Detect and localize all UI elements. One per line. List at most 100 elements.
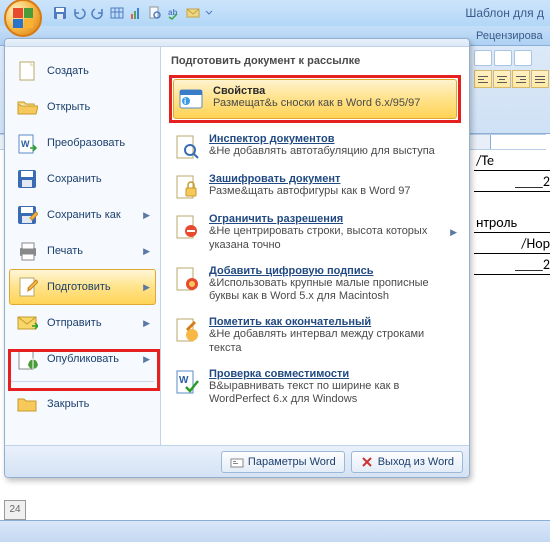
submenu-item-desc: &Не добавлять интервал между строками те… [209, 328, 457, 356]
align-right-icon[interactable] [512, 70, 530, 88]
align-center-icon[interactable] [493, 70, 511, 88]
undo-icon[interactable] [71, 5, 87, 21]
submenu-arrow-icon: ▶ [143, 210, 150, 221]
align-justify-icon[interactable] [531, 70, 549, 88]
svg-text:i: i [184, 97, 186, 106]
tab-review[interactable]: Рецензирова [476, 30, 543, 42]
multilevel-list-icon[interactable] [514, 50, 532, 66]
menu-item-label: Закрыть [47, 398, 89, 410]
page-indicator[interactable]: 24 [4, 500, 26, 520]
submenu-item-title: Свойства [213, 85, 453, 97]
menu-item-label: Отправить [47, 317, 102, 329]
compat-icon: W [173, 368, 201, 396]
send-icon [15, 311, 39, 335]
redo-icon[interactable] [90, 5, 106, 21]
menu-item-send[interactable]: Отправить ▶ [9, 305, 156, 341]
exit-word-button[interactable]: Выход из Word [351, 451, 463, 473]
qat-dropdown-icon[interactable] [204, 5, 214, 21]
menu-item-close[interactable]: Закрыть [9, 386, 156, 422]
print-icon [15, 239, 39, 263]
menu-item-open[interactable]: Открыть [9, 89, 156, 125]
list-icon[interactable] [474, 50, 492, 66]
submenu-item-restrict[interactable]: Ограничить разрешения&Не центрировать ст… [169, 207, 461, 259]
submenu-item-title: Ограничить разрешения [209, 213, 442, 225]
final-icon [173, 316, 201, 344]
numbered-list-icon[interactable] [494, 50, 512, 66]
doc-text: ____2 [474, 254, 550, 275]
preview-icon[interactable] [147, 5, 163, 21]
office-logo-icon [13, 8, 33, 28]
submenu-item-desc: Размещат&ь сноски как в Word 6.x/95/97 [213, 97, 453, 111]
button-label: Выход из Word [378, 456, 454, 468]
options-icon [230, 455, 244, 469]
submenu-item-sign[interactable]: Добавить цифровую подпись&Использовать к… [169, 259, 461, 311]
menu-item-save[interactable]: Сохранить [9, 161, 156, 197]
submenu-arrow-icon: ▶ [143, 318, 150, 329]
menu-item-label: Создать [47, 65, 89, 77]
window-title: Шаблон для д [465, 6, 544, 20]
document-content[interactable]: /Те ____2 нтроль /Нор ____2 [474, 150, 550, 275]
menu-item-label: Сохранить [47, 173, 102, 185]
new-icon [15, 59, 39, 83]
word-options-button[interactable]: Параметры Word [221, 451, 345, 473]
menu-item-label: Сохранить как [47, 209, 121, 221]
encrypt-icon [173, 173, 201, 201]
restrict-icon [173, 213, 201, 241]
sign-icon [173, 265, 201, 293]
submenu-item-desc: Разме&щать автофигуры как в Word 97 [209, 185, 457, 199]
submenu-item-desc: &Использовать крупные малые прописные бу… [209, 277, 457, 305]
svg-text:W: W [21, 139, 30, 149]
office-menu-left: Создать Открыть W Преобразовать Сохранить Сох… [5, 47, 161, 445]
submenu-item-properties[interactable]: i СвойстваРазмещат&ь сноски как в Word 6.… [173, 79, 457, 119]
svg-text:W: W [179, 375, 189, 386]
office-button[interactable] [4, 0, 42, 37]
save-icon [15, 167, 39, 191]
submenu-item-desc: &Не центрировать строки, высота которых … [209, 225, 442, 253]
submenu-title: Подготовить документ к рассылке [169, 53, 461, 71]
convert-icon: W [15, 131, 39, 155]
submenu-item-title: Добавить цифровую подпись [209, 265, 457, 277]
doc-text: /Нор [474, 233, 550, 254]
menu-item-publish[interactable]: Опубликовать▶ [9, 341, 156, 377]
title-bar: ab Шаблон для д [0, 0, 550, 26]
button-label: Параметры Word [248, 456, 336, 468]
submenu-item-desc: В&ыравнивать текст по ширине как в WordP… [209, 380, 457, 408]
submenu-item-final[interactable]: Пометить как окончательный&Не добавлять … [169, 310, 461, 362]
doc-text: ____2 [474, 171, 550, 192]
quick-access-toolbar: ab [52, 5, 214, 21]
menu-item-saveas[interactable]: Сохранить как ▶ [9, 197, 156, 233]
saveas-icon [15, 203, 39, 227]
submenu-item-title: Проверка совместимости [209, 368, 457, 380]
submenu-item-encrypt[interactable]: Зашифровать документРазме&щать автофигур… [169, 167, 461, 207]
highlight-annotation: i СвойстваРазмещат&ь сноски как в Word 6.… [169, 75, 461, 123]
submenu-item-compat[interactable]: W Проверка совместимостиВ&ыравнивать текс… [169, 362, 461, 414]
properties-icon: i [177, 85, 205, 113]
menu-item-label: Подготовить [47, 281, 111, 293]
doc-text: нтроль [474, 212, 550, 233]
inspect-icon [173, 133, 201, 161]
menu-item-label: Преобразовать [47, 137, 125, 149]
menu-item-label: Опубликовать [47, 353, 119, 365]
submenu-item-title: Инспектор документов [209, 133, 457, 145]
menu-item-prepare[interactable]: Подготовить▶ [9, 269, 156, 305]
doc-text: /Те [474, 150, 550, 171]
menu-item-convert[interactable]: W Преобразовать [9, 125, 156, 161]
submenu-item-desc: &Не добавлять автотабуляцию для выступа [209, 145, 457, 159]
menu-item-new[interactable]: Создать [9, 53, 156, 89]
submenu-item-inspect[interactable]: Инспектор документов&Не добавлять автота… [169, 127, 461, 167]
status-bar [0, 520, 550, 542]
table-icon[interactable] [109, 5, 125, 21]
menu-item-label: Открыть [47, 101, 90, 113]
prepare-icon [15, 275, 39, 299]
menu-item-print[interactable]: Печать▶ [9, 233, 156, 269]
submenu-item-title: Зашифровать документ [209, 173, 457, 185]
save-icon[interactable] [52, 5, 68, 21]
publish-icon [15, 347, 39, 371]
align-left-icon[interactable] [474, 70, 492, 88]
email-icon[interactable] [185, 5, 201, 21]
office-menu-right: Подготовить документ к рассылке i Свойств… [161, 47, 469, 445]
spellcheck-icon[interactable]: ab [166, 5, 182, 21]
close-icon [15, 392, 39, 416]
close-icon [360, 455, 374, 469]
chart-icon[interactable] [128, 5, 144, 21]
